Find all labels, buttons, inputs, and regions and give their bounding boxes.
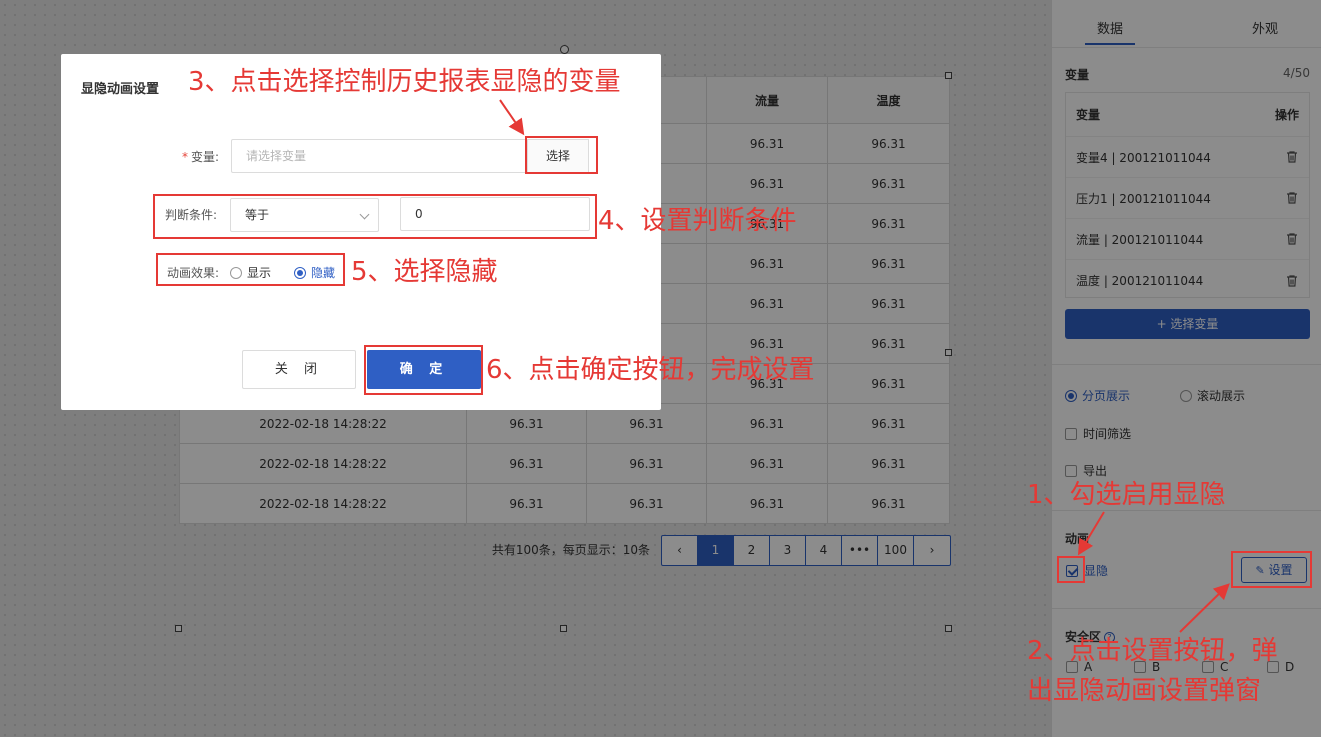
annotation-box-select bbox=[525, 136, 598, 174]
annotation-step1: 1、勾选启用显隐 bbox=[1027, 480, 1226, 510]
required-mark: * bbox=[181, 150, 188, 164]
annotation-step3: 3、点击选择控制历史报表显隐的变量 bbox=[188, 67, 621, 97]
annotation-step6: 6、点击确定按钮，完成设置 bbox=[486, 355, 815, 385]
annotation-step5: 5、选择隐藏 bbox=[351, 257, 498, 287]
close-button[interactable]: 关 闭 bbox=[242, 350, 356, 389]
annotation-box-effect bbox=[156, 253, 345, 286]
variable-label-text: 变量: bbox=[190, 150, 219, 164]
annotation-box-condition bbox=[153, 194, 597, 239]
variable-input[interactable]: 请选择变量 bbox=[231, 139, 527, 173]
annotation-step2-line2: 出显隐动画设置弹窗 bbox=[1027, 676, 1262, 706]
annotation-box-setting bbox=[1231, 551, 1312, 588]
annotation-box-checkbox bbox=[1057, 556, 1085, 583]
dialog-title: 显隐动画设置 bbox=[81, 82, 160, 97]
annotation-step2-line1: 2、点击设置按钮，弹 bbox=[1027, 636, 1278, 666]
annotation-step4: 4、设置判断条件 bbox=[598, 206, 797, 236]
variable-label: * 变量: bbox=[121, 148, 219, 165]
annotation-box-confirm bbox=[364, 345, 483, 395]
